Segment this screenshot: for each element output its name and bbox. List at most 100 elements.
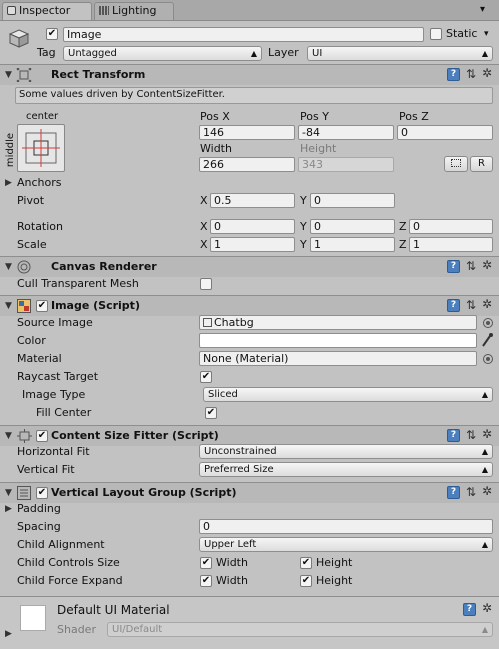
static-label: Static <box>446 27 478 40</box>
child-alignment-dropdown[interactable]: Upper Left ▲ <box>199 537 493 552</box>
check-glyph: ✔ <box>301 557 311 568</box>
static-checkbox[interactable] <box>430 28 442 40</box>
vertical-layout-title: Vertical Layout Group (Script) <box>51 486 237 499</box>
gear-icon[interactable]: ✲ <box>482 259 492 272</box>
cull-checkbox[interactable] <box>200 278 212 290</box>
tab-lighting-label: Lighting <box>112 4 157 17</box>
layer-dropdown[interactable]: UI ▲ <box>307 46 493 61</box>
help-icon[interactable]: ? <box>447 486 460 499</box>
color-label: Color <box>17 334 46 347</box>
scale-x-field[interactable]: 1 <box>210 237 295 252</box>
foldout-arrow-icon[interactable]: ▼ <box>5 70 12 80</box>
raycast-checkbox[interactable]: ✔ <box>200 371 212 383</box>
material-thumbnail <box>20 605 46 631</box>
horizontal-fit-dropdown[interactable]: Unconstrained ▲ <box>199 444 493 459</box>
rect-transform-title: Rect Transform <box>51 68 146 81</box>
anchors-foldout-icon[interactable]: ▶ <box>5 178 12 188</box>
preset-icon[interactable]: ⇅ <box>466 299 476 312</box>
gear-icon[interactable]: ✲ <box>482 67 492 80</box>
anchor-preset-button[interactable] <box>17 124 65 172</box>
panel-menu-icon[interactable]: ▾ <box>480 4 492 16</box>
pos-y-field[interactable]: -84 <box>298 125 394 140</box>
chevron-icon: ▲ <box>481 49 488 58</box>
help-icon[interactable]: ? <box>447 68 460 81</box>
horizontal-fit-value: Unconstrained <box>204 446 277 457</box>
preset-icon[interactable]: ⇅ <box>466 68 476 81</box>
raycast-label: Raycast Target <box>17 370 99 383</box>
image-type-dropdown[interactable]: Sliced ▲ <box>203 387 493 402</box>
active-checkbox[interactable]: ✔ <box>46 28 58 40</box>
rot-z-letter: Z <box>399 220 407 233</box>
rot-x-field[interactable]: 0 <box>210 219 295 234</box>
pivot-y-letter: Y <box>300 194 307 207</box>
tab-lighting[interactable]: Lighting <box>94 2 174 20</box>
scale-z-field[interactable]: 1 <box>409 237 493 252</box>
object-picker-icon[interactable] <box>483 354 493 364</box>
preset-icon[interactable]: ⇅ <box>466 429 476 442</box>
scale-label: Scale <box>17 238 47 251</box>
source-image-value: Chatbg <box>214 316 254 329</box>
help-icon[interactable]: ? <box>447 429 460 442</box>
rot-y-field[interactable]: 0 <box>310 219 395 234</box>
gear-icon[interactable]: ✲ <box>482 602 492 615</box>
object-picker-icon[interactable] <box>483 318 493 328</box>
gear-icon[interactable]: ✲ <box>482 428 492 441</box>
help-icon[interactable]: ? <box>447 299 460 312</box>
material-field[interactable]: None (Material) <box>199 351 477 366</box>
tag-dropdown[interactable]: Untagged ▲ <box>63 46 262 61</box>
tab-inspector[interactable]: Inspector <box>2 2 92 20</box>
preset-icon[interactable]: ⇅ <box>466 486 476 499</box>
force-width-label: Width <box>216 574 248 587</box>
pos-z-field[interactable]: 0 <box>397 125 493 140</box>
cull-label: Cull Transparent Mesh <box>17 277 139 290</box>
material-label: Material <box>17 352 62 365</box>
fill-center-checkbox[interactable]: ✔ <box>205 407 217 419</box>
vertical-fit-dropdown[interactable]: Preferred Size ▲ <box>199 462 493 477</box>
pivot-x-field[interactable]: 0.5 <box>210 193 295 208</box>
source-image-field[interactable]: Chatbg <box>199 315 477 330</box>
foldout-arrow-icon[interactable]: ▼ <box>5 301 12 311</box>
force-height-checkbox[interactable]: ✔ <box>300 575 312 587</box>
content-size-fitter-enabled-checkbox[interactable]: ✔ <box>36 430 48 442</box>
static-dropdown-arrow[interactable]: ▾ <box>484 27 489 41</box>
pivot-label: Pivot <box>17 194 45 207</box>
width-field[interactable]: 266 <box>199 157 295 172</box>
help-icon[interactable]: ? <box>447 260 460 273</box>
color-swatch[interactable] <box>199 333 477 348</box>
vertical-layout-enabled-checkbox[interactable]: ✔ <box>36 487 48 499</box>
blueprint-icon <box>451 159 461 167</box>
horizontal-fit-label: Horizontal Fit <box>17 445 90 458</box>
blueprint-mode-button[interactable] <box>444 156 468 172</box>
foldout-arrow-icon[interactable]: ▼ <box>5 262 12 272</box>
image-enabled-checkbox[interactable]: ✔ <box>36 300 48 312</box>
controls-width-checkbox[interactable]: ✔ <box>200 557 212 569</box>
foldout-arrow-icon[interactable]: ▼ <box>5 488 12 498</box>
check-glyph: ✔ <box>201 557 211 568</box>
pos-x-field[interactable]: 146 <box>199 125 295 140</box>
raw-edit-button[interactable]: R <box>470 156 493 172</box>
scale-y-field[interactable]: 1 <box>310 237 395 252</box>
force-width-checkbox[interactable]: ✔ <box>200 575 212 587</box>
foldout-arrow-icon[interactable]: ▼ <box>5 431 12 441</box>
tag-label: Tag <box>37 46 56 59</box>
padding-label[interactable]: Padding <box>17 502 61 516</box>
preset-icon[interactable]: ⇅ <box>466 260 476 273</box>
object-name-field[interactable]: Image <box>63 27 424 42</box>
shader-foldout-icon[interactable]: ▶ <box>5 629 12 639</box>
force-height-label: Height <box>316 574 353 587</box>
tab-inspector-label: Inspector <box>19 4 71 17</box>
eyedropper-icon[interactable] <box>480 332 494 348</box>
pos-z-label: Pos Z <box>399 110 429 123</box>
lighting-tab-icon <box>99 6 109 15</box>
anchors-label[interactable]: Anchors <box>17 176 62 190</box>
vertical-fit-value: Preferred Size <box>204 464 274 475</box>
controls-height-checkbox[interactable]: ✔ <box>300 557 312 569</box>
spacing-field[interactable]: 0 <box>199 519 493 534</box>
gear-icon[interactable]: ✲ <box>482 298 492 311</box>
rot-z-field[interactable]: 0 <box>409 219 493 234</box>
gear-icon[interactable]: ✲ <box>482 485 492 498</box>
help-icon[interactable]: ? <box>463 603 476 616</box>
pivot-y-field[interactable]: 0 <box>310 193 395 208</box>
padding-foldout-icon[interactable]: ▶ <box>5 504 12 514</box>
image-script-title: Image (Script) <box>51 299 140 312</box>
